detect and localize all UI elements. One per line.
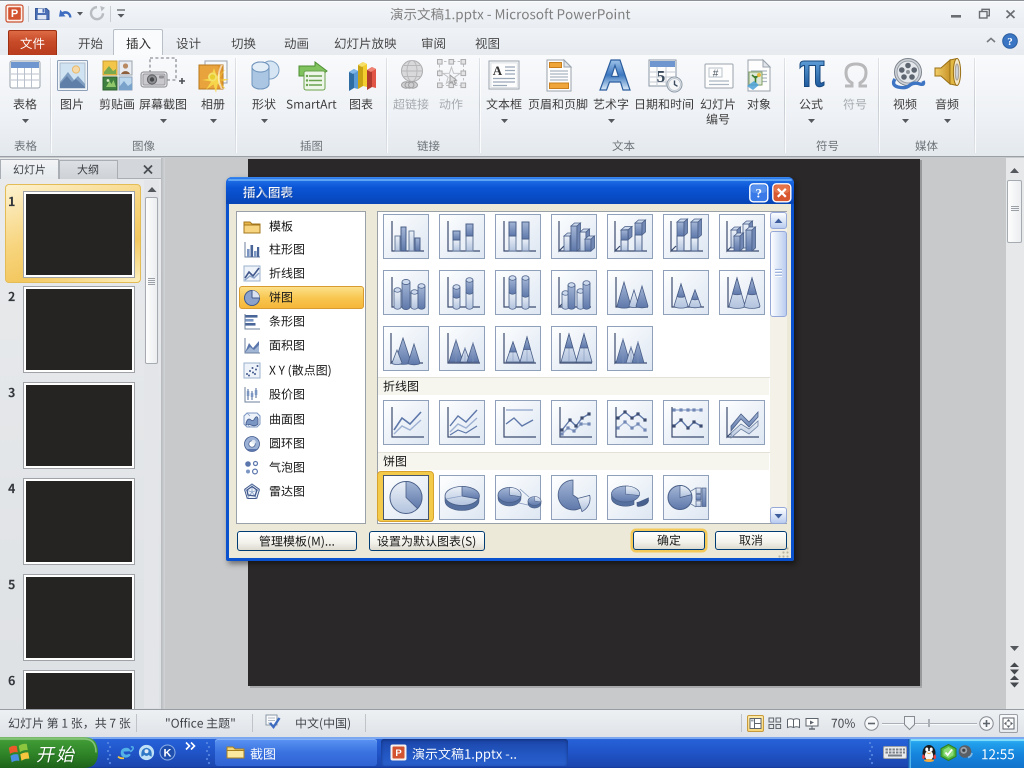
svg-text:?: ?	[1007, 36, 1013, 48]
svg-text:#: #	[713, 69, 719, 80]
svg-text:P: P	[11, 8, 18, 20]
svg-text:5: 5	[657, 67, 666, 86]
svg-text:?: ?	[756, 186, 763, 201]
svg-text:K: K	[164, 748, 172, 760]
svg-text:A: A	[493, 63, 503, 78]
svg-text:P: P	[395, 748, 402, 759]
